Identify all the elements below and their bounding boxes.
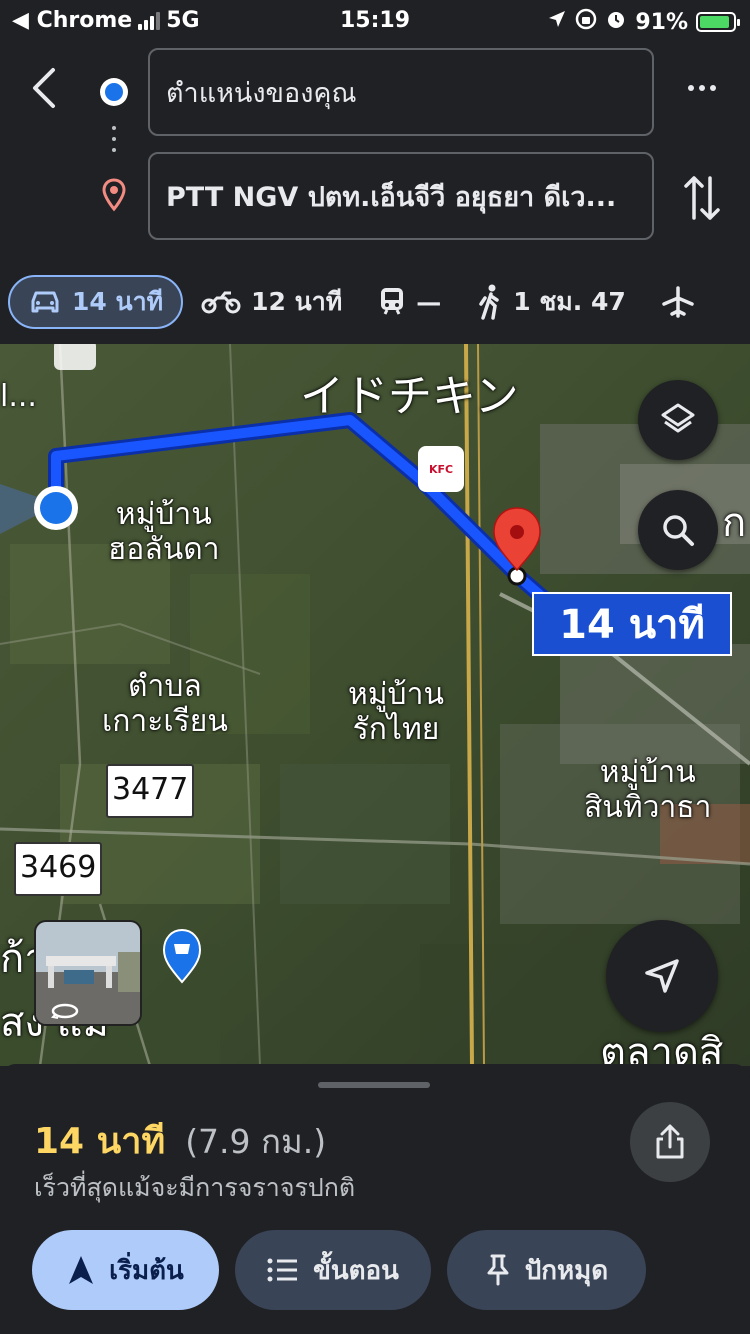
route-connector-dots [112, 126, 116, 152]
kfc-poi-icon[interactable]: KFC [418, 446, 464, 492]
location-arrow-icon [547, 9, 567, 35]
route-eta-callout[interactable]: 14 นาที [532, 592, 732, 656]
motorcycle-icon [201, 291, 241, 314]
swap-vertical-icon [684, 176, 720, 220]
route-note: เร็วที่สุดแม้จะมีการจราจรปกติ [34, 1173, 356, 1202]
map-view[interactable]: イドチキン หมู่บ้าน ฮอลันดา ตำบล เกาะเรียน หม… [0, 344, 750, 1066]
map-label-right-top: ก [722, 500, 747, 546]
status-bar: ◀ Chrome 5G 15:19 91% [0, 0, 750, 42]
map-label-village-holanda[interactable]: หมู่บ้าน ฮอลันดา [108, 497, 220, 567]
map-label-village-sinthiwa[interactable]: หมู่บ้าน สินทิวาธา [584, 755, 711, 825]
layers-button[interactable] [638, 380, 718, 460]
tab-driving[interactable]: 14 นาที [8, 275, 184, 329]
road-sign-3469: 3469 [14, 842, 103, 896]
back-button[interactable] [22, 64, 64, 112]
rotation-lock-icon [575, 8, 597, 36]
battery-icon [696, 12, 740, 32]
tab-walking[interactable]: 1 ชม. 47 [459, 275, 644, 329]
list-icon [267, 1258, 298, 1282]
share-icon [656, 1124, 684, 1159]
travel-mode-tabs: 14 นาที 12 นาที — 1 ชม. 47 [0, 272, 750, 332]
flight-icon [662, 286, 694, 318]
origin-field[interactable]: ตำแหน่งของคุณ [148, 48, 654, 136]
transit-icon [381, 288, 404, 315]
car-icon [31, 291, 59, 313]
search-icon [663, 515, 694, 546]
pin-button[interactable]: ปักหมุด [447, 1230, 646, 1310]
tab-walking-label: 1 ชม. 47 [513, 287, 626, 316]
swap-route-button[interactable] [680, 170, 724, 226]
navigation-arrow-icon [69, 1256, 94, 1284]
map-label-tambon-kohrian[interactable]: ตำบล เกาะเรียน [102, 669, 228, 739]
route-distance: (7.9 กม.) [185, 1122, 327, 1161]
kfc-label: KFC [428, 462, 454, 476]
chevron-left-icon [33, 68, 55, 108]
route-eta: 14 นาที [34, 1121, 166, 1162]
layers-icon [661, 403, 695, 433]
more-options-button[interactable] [684, 78, 720, 98]
map-label-village-rakthai[interactable]: หมู่บ้าน รักไทย [348, 677, 444, 747]
start-navigation-button[interactable]: เริ่มต้น [32, 1230, 219, 1310]
steps-label: ขั้นตอน [313, 1255, 399, 1286]
street-view-thumbnail[interactable] [34, 920, 142, 1026]
directions-header: ตำแหน่งของคุณ PTT NGV ปตท.เอ็นจีวี อยุธย… [0, 42, 750, 344]
walk-icon [479, 284, 499, 320]
google-maps-directions-screen: ◀ Chrome 5G 15:19 91% ตำแหน่งของคุณ PTT … [0, 0, 750, 1334]
destination-field[interactable]: PTT NGV ปตท.เอ็นจีวี อยุธยา ดีเว... [148, 152, 654, 240]
search-along-route-button[interactable] [638, 490, 718, 570]
tab-motorcycle-label: 12 นาที [251, 287, 343, 316]
pin-icon [487, 1254, 509, 1286]
pin-label: ปักหมุด [524, 1255, 609, 1286]
destination-pin-icon [102, 178, 126, 216]
battery-percent: 91% [635, 9, 688, 35]
steps-button[interactable]: ขั้นตอน [235, 1230, 431, 1310]
navigation-arrow-icon [645, 959, 679, 993]
road-sign-3477: 3477 [106, 764, 195, 818]
route-summary-sheet: 14 นาที (7.9 กม.) เร็วที่สุดแม้จะมีการจร… [0, 1064, 750, 1334]
start-navigation-label: เริ่มต้น [109, 1255, 184, 1286]
map-label-left-top: l... [0, 379, 37, 414]
map-label-poi-chicken[interactable]: イドチキン [300, 371, 519, 423]
tab-motorcycle[interactable]: 12 นาที [183, 275, 360, 329]
map-label-market: ตลาดสิ [600, 1030, 724, 1066]
recenter-button[interactable] [606, 920, 718, 1032]
rotate-360-icon [50, 1003, 79, 1019]
origin-dot-icon [100, 78, 128, 106]
tab-driving-label: 14 นาที [72, 287, 164, 316]
tab-transit-label: — [416, 287, 442, 317]
share-button[interactable] [630, 1102, 710, 1182]
tab-transit[interactable]: — [360, 275, 459, 329]
tab-flight[interactable] [644, 275, 712, 329]
sheet-drag-handle[interactable] [318, 1082, 430, 1088]
alarm-icon [605, 8, 627, 36]
